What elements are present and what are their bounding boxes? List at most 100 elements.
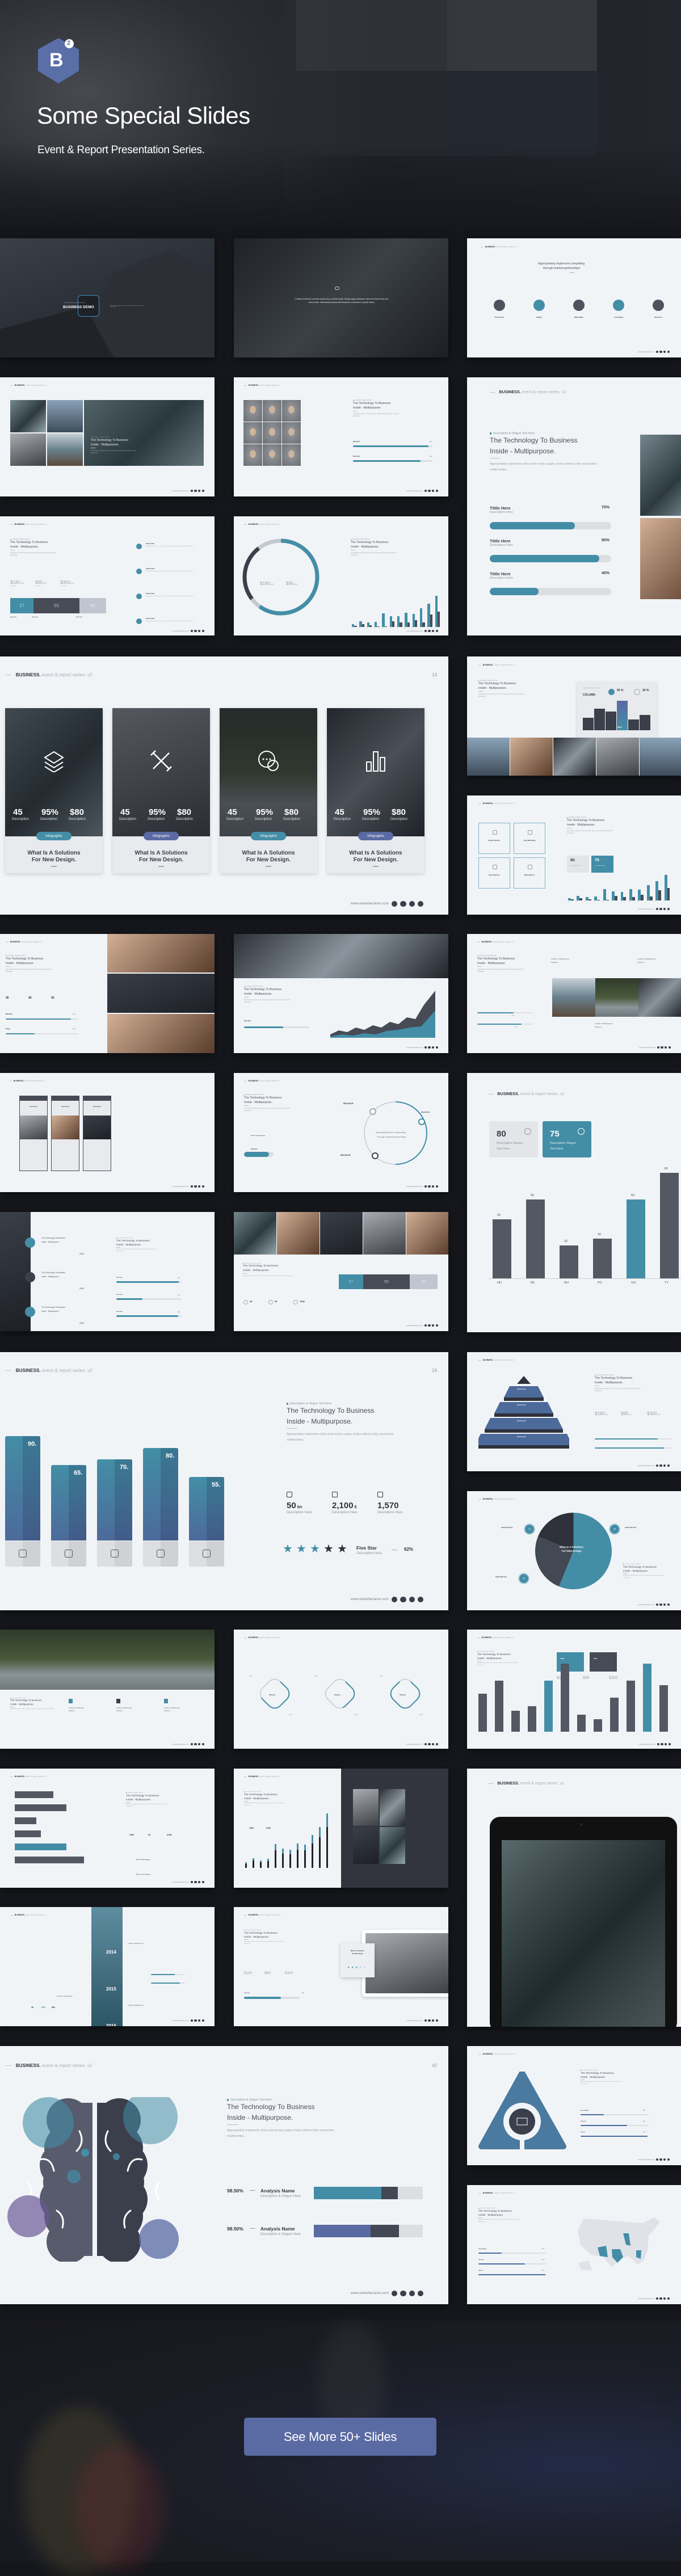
vimeo-icon[interactable] bbox=[190, 629, 194, 632]
slide-big-bar-chart[interactable]: BUSINESS. event & report series. v2 24 90. 6… bbox=[0, 1352, 448, 1610]
slide-triangle[interactable]: BUSINESS.event & report series. v2 Descri… bbox=[467, 2046, 681, 2165]
facebook-icon[interactable] bbox=[197, 2019, 201, 2022]
facebook-icon[interactable] bbox=[197, 489, 201, 492]
facebook-icon[interactable] bbox=[431, 1185, 435, 1188]
pinterest-icon[interactable] bbox=[435, 2019, 438, 2022]
vimeo-icon[interactable] bbox=[424, 1185, 427, 1188]
twitter-icon[interactable] bbox=[194, 2019, 197, 2022]
twitter-icon[interactable] bbox=[428, 1324, 431, 1327]
slide-ring[interactable]: BUSINESS.event & report series. v2 Descri… bbox=[234, 1073, 448, 1192]
twitter-icon[interactable] bbox=[659, 907, 662, 910]
vimeo-icon[interactable] bbox=[655, 2158, 659, 2161]
facebook-icon[interactable] bbox=[663, 1603, 666, 1606]
slide-stats-photos[interactable]: BUSINESS.event & report series. v2 Descri… bbox=[0, 934, 215, 1053]
facebook-icon[interactable] bbox=[431, 2019, 435, 2022]
pinterest-icon[interactable] bbox=[417, 1596, 423, 1602]
facebook-icon[interactable] bbox=[431, 1324, 435, 1327]
vimeo-icon[interactable] bbox=[190, 1742, 194, 1745]
pinterest-icon[interactable] bbox=[435, 1185, 438, 1188]
website-link[interactable]: www.websitename.com bbox=[406, 1743, 423, 1745]
twitter-icon[interactable] bbox=[659, 1603, 662, 1606]
twitter-icon[interactable] bbox=[659, 1464, 662, 1467]
twitter-icon[interactable] bbox=[400, 2290, 406, 2296]
facebook-icon[interactable] bbox=[409, 1596, 415, 1602]
website-link[interactable]: www.websitename.com bbox=[406, 2019, 423, 2022]
pinterest-icon[interactable] bbox=[668, 1742, 671, 1745]
website-link[interactable]: www.websitename.com bbox=[351, 2291, 389, 2295]
facebook-icon[interactable] bbox=[197, 1185, 201, 1188]
facebook-icon[interactable] bbox=[664, 1742, 667, 1745]
slide-pricing[interactable]: BUSINESS.event & report series. v2 PRICE … bbox=[0, 1073, 215, 1192]
vimeo-icon[interactable] bbox=[655, 1603, 659, 1606]
slide-area-chart[interactable]: Description & Slogun Text Here The Techno… bbox=[234, 934, 448, 1053]
website-link[interactable]: www.websitename.com bbox=[639, 1743, 655, 1745]
website-link[interactable]: www.websitename.com bbox=[406, 1046, 423, 1049]
website-link[interactable]: www.websitename.com bbox=[173, 2019, 189, 2022]
pinterest-icon[interactable] bbox=[435, 1742, 438, 1745]
slide-features[interactable]: BUSINESS. event & report series. v2 14 45 De… bbox=[0, 656, 448, 915]
slide-tablet[interactable]: BUSINESS. event & report series. v2 bbox=[467, 1769, 681, 2027]
infographic-badge[interactable]: Infographic bbox=[251, 832, 286, 840]
pinterest-icon[interactable] bbox=[667, 1464, 670, 1467]
pinterest-icon[interactable] bbox=[201, 2019, 204, 2022]
pinterest-icon[interactable] bbox=[435, 1324, 438, 1327]
slide-brain[interactable]: BUSINESS. event & report series. v2 42 Desc… bbox=[0, 2046, 448, 2304]
vimeo-icon[interactable] bbox=[657, 1742, 660, 1745]
pinterest-icon[interactable] bbox=[435, 1046, 438, 1049]
twitter-icon[interactable] bbox=[428, 1046, 431, 1049]
twitter-icon[interactable] bbox=[428, 1742, 431, 1745]
infographic-badge[interactable]: Infographic bbox=[358, 832, 393, 840]
facebook-icon[interactable] bbox=[663, 1464, 666, 1467]
facebook-icon[interactable] bbox=[663, 907, 666, 910]
pinterest-icon[interactable] bbox=[417, 900, 423, 907]
twitter-icon[interactable] bbox=[400, 900, 406, 907]
slide-quote[interactable]: Credibly envisioneer accurate models vis… bbox=[234, 238, 448, 357]
slide-progress[interactable]: BUSINESS. event & report series. v2 Descri… bbox=[467, 377, 681, 635]
slide-services[interactable]: BUSINESS.event & report series. v2 Approp… bbox=[467, 238, 681, 357]
vimeo-icon[interactable] bbox=[657, 1046, 660, 1049]
website-link[interactable]: www.websitename.com bbox=[173, 1185, 189, 1188]
facebook-icon[interactable] bbox=[197, 1880, 201, 1883]
vimeo-icon[interactable] bbox=[392, 1596, 398, 1602]
website-link[interactable]: www.websitename.com bbox=[173, 490, 189, 492]
facebook-icon[interactable] bbox=[663, 2297, 666, 2300]
twitter-icon[interactable] bbox=[194, 489, 197, 492]
facebook-icon[interactable] bbox=[664, 1046, 667, 1049]
infographic-badge[interactable]: Infographic bbox=[144, 832, 179, 840]
slide-pie[interactable]: BUSINESS.event & report series. v2 What I… bbox=[467, 1491, 681, 1610]
slide-team[interactable]: BUSINESS.event & report series. v2 Descri… bbox=[234, 377, 448, 496]
website-link[interactable]: www.websitename.com bbox=[173, 1881, 189, 1883]
pinterest-icon[interactable] bbox=[417, 2290, 423, 2296]
pinterest-icon[interactable] bbox=[667, 2158, 670, 2161]
website-link[interactable]: www.websitename.com bbox=[638, 351, 654, 353]
vimeo-icon[interactable] bbox=[190, 1185, 194, 1188]
vimeo-icon[interactable] bbox=[424, 2019, 427, 2022]
twitter-icon[interactable] bbox=[428, 1185, 431, 1188]
website-link[interactable]: www.websitename.com bbox=[638, 1603, 654, 1606]
slide-map[interactable]: BUSINESS.event & report series. v2 Descri… bbox=[467, 2185, 681, 2304]
slide-photo-grid[interactable]: BUSINESS.event & report series. v2 Descri… bbox=[0, 377, 215, 496]
twitter-icon[interactable] bbox=[194, 1185, 197, 1188]
slide-feature-boxes[interactable]: BUSINESS.event & report series. v2 Design… bbox=[467, 795, 681, 915]
twitter-icon[interactable] bbox=[428, 2019, 431, 2022]
website-link[interactable]: www.websitename.com bbox=[351, 902, 389, 906]
vimeo-icon[interactable] bbox=[190, 489, 194, 492]
pinterest-icon[interactable] bbox=[667, 2297, 670, 2300]
slide-cover[interactable]: The Event & Report Presentation Series v… bbox=[0, 238, 215, 357]
vimeo-icon[interactable] bbox=[424, 489, 427, 492]
slide-beach[interactable]: Description & Slogun Text Here The Techno… bbox=[0, 1630, 215, 1749]
see-more-slides-button[interactable]: See More 50+ Slides bbox=[244, 2418, 436, 2456]
vimeo-icon[interactable] bbox=[655, 1464, 659, 1467]
vimeo-icon[interactable] bbox=[655, 350, 659, 353]
vimeo-icon[interactable] bbox=[655, 907, 659, 910]
slide-airplane[interactable]: BUSINESS.event & report series. v2 Descri… bbox=[234, 1907, 448, 2026]
facebook-icon[interactable] bbox=[663, 350, 666, 353]
infographic-badge[interactable]: Infographic bbox=[36, 832, 72, 840]
twitter-icon[interactable] bbox=[659, 2297, 662, 2300]
twitter-icon[interactable] bbox=[194, 1880, 197, 1883]
twitter-icon[interactable] bbox=[400, 1596, 406, 1602]
pinterest-icon[interactable] bbox=[201, 489, 204, 492]
website-link[interactable]: www.websitename.com bbox=[639, 1046, 655, 1049]
pinterest-icon[interactable] bbox=[435, 629, 438, 632]
slide-timeline[interactable]: The Technology To Business Inside - Multi… bbox=[0, 1212, 215, 1331]
